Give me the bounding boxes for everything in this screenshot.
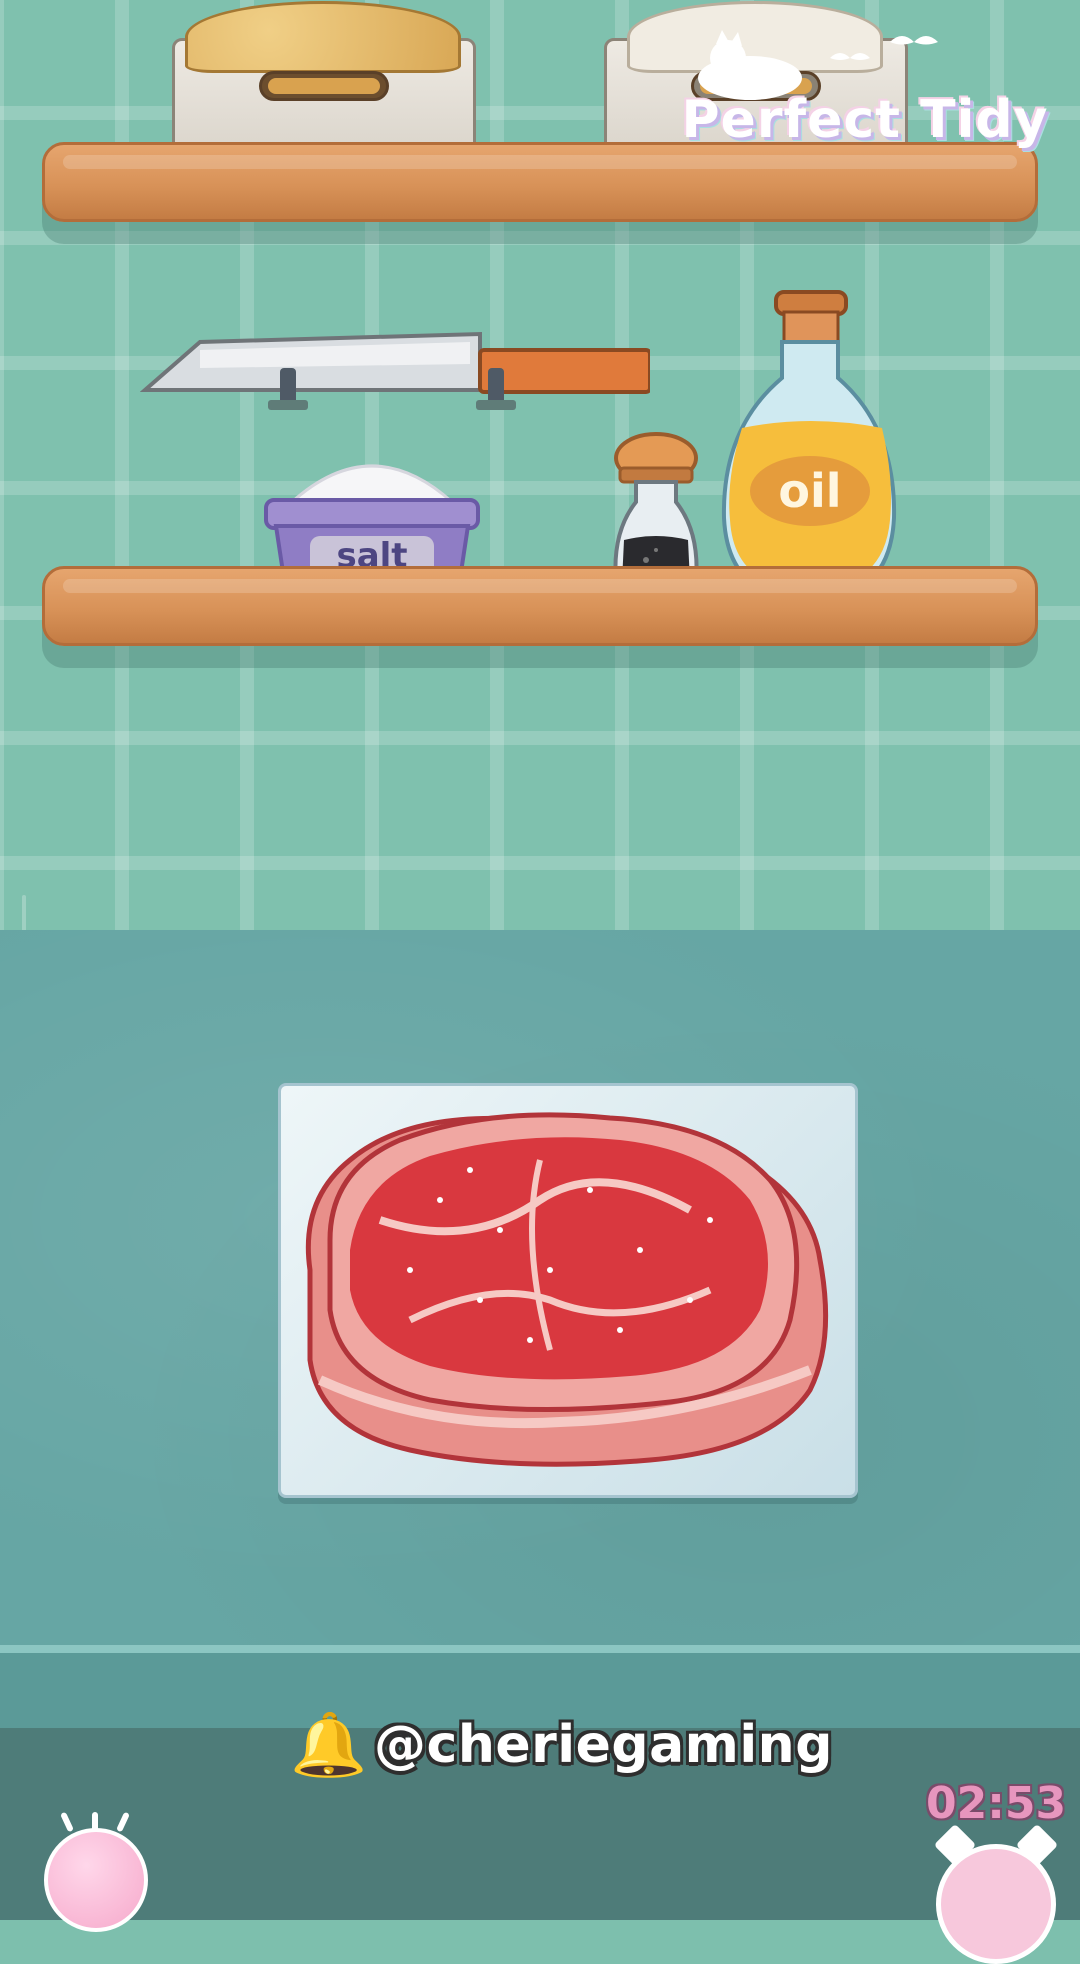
channel-watermark: 🔔 @cheriegaming <box>290 1705 832 1785</box>
alarm-clock-button[interactable] <box>930 1823 1060 1964</box>
box-handle <box>259 71 389 101</box>
game-logo: Perfect Tidy <box>680 30 1050 160</box>
channel-handle: @cheriegaming <box>374 1715 833 1775</box>
oil-bottle-icon <box>721 290 897 603</box>
bell-icon: 🔔 <box>290 1708 368 1781</box>
hint-ray <box>60 1811 74 1833</box>
bread-loaves[interactable] <box>185 1 461 73</box>
hint-button[interactable] <box>44 1811 148 1932</box>
hint-ray <box>116 1811 130 1833</box>
countdown-timer: 02:53 <box>926 1778 1067 1829</box>
logo-text: Perfect Tidy <box>681 90 1049 150</box>
clock-icon <box>936 1844 1056 1964</box>
raw-steak[interactable] <box>290 1100 850 1470</box>
middle-shelf <box>42 566 1038 646</box>
oil-label: oil <box>750 456 870 526</box>
knife[interactable] <box>140 320 650 410</box>
hand-pointer-icon <box>44 1828 148 1932</box>
counter-edge <box>0 1645 1080 1653</box>
oil-bottle[interactable]: oil <box>718 288 900 604</box>
